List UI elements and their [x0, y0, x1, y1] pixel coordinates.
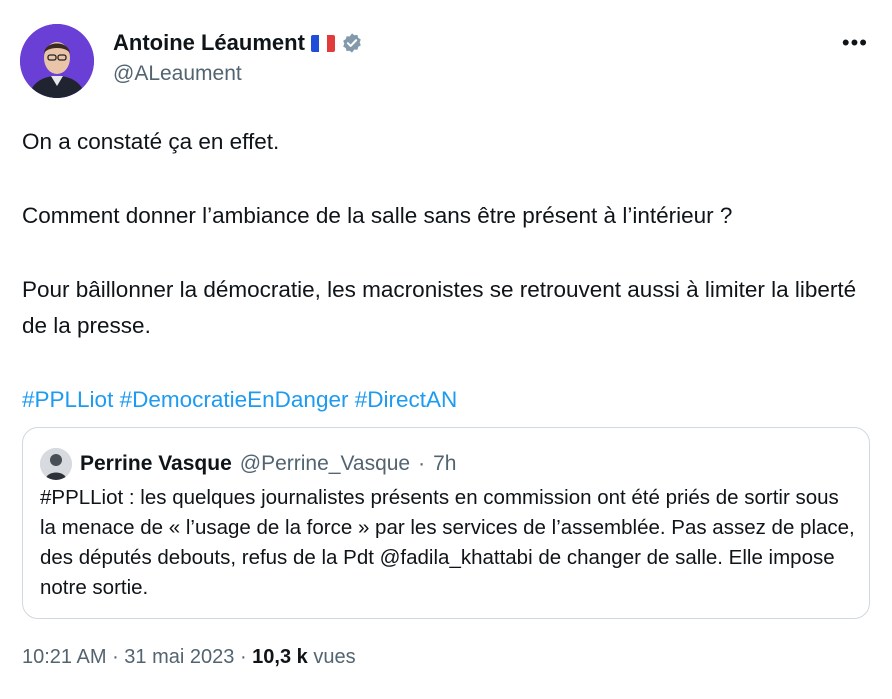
author-name[interactable]: Antoine Léaument — [113, 30, 305, 56]
separator-dot: · — [418, 452, 426, 475]
quoted-tweet-text: #PPLLiot : les quelques journalistes pré… — [40, 486, 855, 599]
hashtags: #PPLLiot #DemocratieEnDanger #DirectAN — [22, 382, 862, 418]
quoted-time[interactable]: 7h — [433, 452, 456, 476]
tweet-text: On a constaté ça en effet. Comment donne… — [22, 124, 862, 418]
tweet-line-3: Pour bâillonner la démocratie, les macro… — [22, 277, 857, 338]
more-options-icon[interactable]: ••• — [842, 30, 868, 56]
author-avatar[interactable] — [20, 24, 94, 98]
hashtag-pplliot[interactable]: #PPLLiot — [22, 387, 113, 412]
separator-dot: · — [239, 646, 253, 668]
tweet-line-1: On a constaté ça en effet. — [22, 129, 280, 154]
views-label: vues — [313, 646, 356, 668]
tweet-card: Antoine Léaument @ALeaument ••• On a con… — [0, 0, 892, 699]
quoted-author-handle[interactable]: @Perrine_Vasque — [240, 452, 410, 476]
tweet-footer: 10:21 AM · 31 mai 2023 · 10,3 k vues — [22, 646, 356, 669]
quoted-author-name[interactable]: Perrine Vasque — [80, 452, 232, 476]
hashtag-directan[interactable]: #DirectAN — [355, 387, 458, 412]
quoted-tweet[interactable]: Perrine Vasque @Perrine_Vasque · 7h #PPL… — [22, 427, 870, 619]
quoted-tweet-header: Perrine Vasque @Perrine_Vasque · 7h — [40, 448, 456, 480]
avatar-photo-icon — [20, 24, 94, 98]
views-count: 10,3 k — [252, 646, 308, 668]
france-flag-icon — [310, 34, 335, 52]
quoted-avatar-photo-icon — [40, 448, 72, 480]
author-handle[interactable]: @ALeaument — [113, 62, 242, 86]
quoted-author-avatar[interactable] — [40, 448, 72, 480]
tweet-date[interactable]: 31 mai 2023 — [124, 646, 234, 668]
hashtag-democratieendanger[interactable]: #DemocratieEnDanger — [120, 387, 349, 412]
tweet-line-2: Comment donner l’ambiance de la salle sa… — [22, 203, 733, 228]
tweet-time[interactable]: 10:21 AM — [22, 646, 107, 668]
verified-badge-icon[interactable] — [341, 32, 363, 54]
author-name-row: Antoine Léaument — [113, 30, 363, 56]
separator-dot: · — [112, 646, 125, 668]
